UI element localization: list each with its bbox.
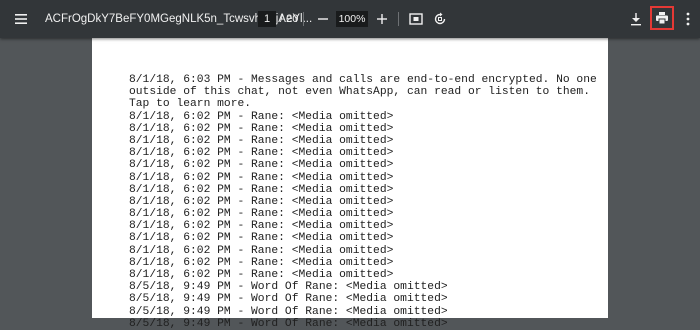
document-line: 8/1/18, 6:02 PM - Rane: <Media omitted> [129,147,394,160]
document-line: 8/1/18, 6:02 PM - Rane: <Media omitted> [129,122,394,135]
plus-icon [377,14,387,24]
rotate-icon [434,12,446,25]
menu-button[interactable] [9,7,33,31]
document-line: outside of this chat, not even WhatsApp,… [129,86,590,99]
pdf-page: 8/1/18, 6:03 PM - Messages and calls are… [92,38,608,330]
document-line: 8/1/18, 6:02 PM - Rane: <Media omitted> [129,208,394,221]
document-line: 8/1/18, 6:02 PM - Rane: <Media omitted> [129,256,394,269]
minus-icon [318,18,328,20]
document-line: 8/1/18, 6:02 PM - Rane: <Media omitted> [129,159,394,172]
pdf-toolbar: ACFrOgDkY7BeFY0MGegNLK5n_TcwsvhNLjAeYl..… [0,0,700,38]
document-line: 8/1/18, 6:02 PM - Rane: <Media omitted> [129,244,394,257]
download-icon [631,13,641,26]
document-line: 8/5/18, 9:49 PM - Word Of Rane: <Media o… [129,281,448,294]
print-icon [656,12,668,25]
document-line: 8/1/18, 6:02 PM - Rane: <Media omitted> [129,134,394,147]
menu-icon [15,14,27,24]
fit-to-page-icon [409,13,423,25]
document-line: 8/1/18, 6:02 PM - Rane: <Media omitted> [129,110,394,123]
fit-to-page-button[interactable] [406,9,426,29]
document-line: 8/1/18, 6:02 PM - Rane: <Media omitted> [129,171,394,184]
more-options-button[interactable] [680,9,696,29]
document-line: 8/1/18, 6:03 PM - Messages and calls are… [129,74,597,86]
document-line: 8/1/18, 6:02 PM - Rane: <Media omitted> [129,183,394,196]
document-line: 8/1/18, 6:02 PM - Rane: <Media omitted> [129,232,394,245]
download-button[interactable] [626,9,646,29]
document-line: 8/5/18, 9:49 PM - Word Of Rane: <Media o… [129,305,448,318]
more-vert-icon [686,12,690,26]
toolbar-divider [303,12,304,26]
toolbar-divider [398,12,399,26]
rotate-button[interactable] [430,9,450,29]
document-text: 8/1/18, 6:03 PM - Messages and calls are… [129,74,599,330]
document-line: Tap to learn more. [129,98,252,111]
document-line: 8/5/18, 9:49 PM - Word Of Rane: <Media o… [129,317,448,330]
zoom-level-input[interactable]: 100% [336,11,368,27]
zoom-in-button[interactable] [372,9,392,29]
document-line: 8/1/18, 6:02 PM - Rane: <Media omitted> [129,269,394,281]
document-line: 8/1/18, 6:02 PM - Rane: <Media omitted> [129,195,394,208]
print-button[interactable] [650,6,674,30]
zoom-out-button[interactable] [313,9,333,29]
document-line: 8/5/18, 9:49 PM - Word Of Rane: <Media o… [129,293,448,306]
page-total: / 20 [280,13,299,25]
document-line: 8/1/18, 6:02 PM - Rane: <Media omitted> [129,220,394,233]
page-number-input[interactable]: 1 [258,11,276,27]
